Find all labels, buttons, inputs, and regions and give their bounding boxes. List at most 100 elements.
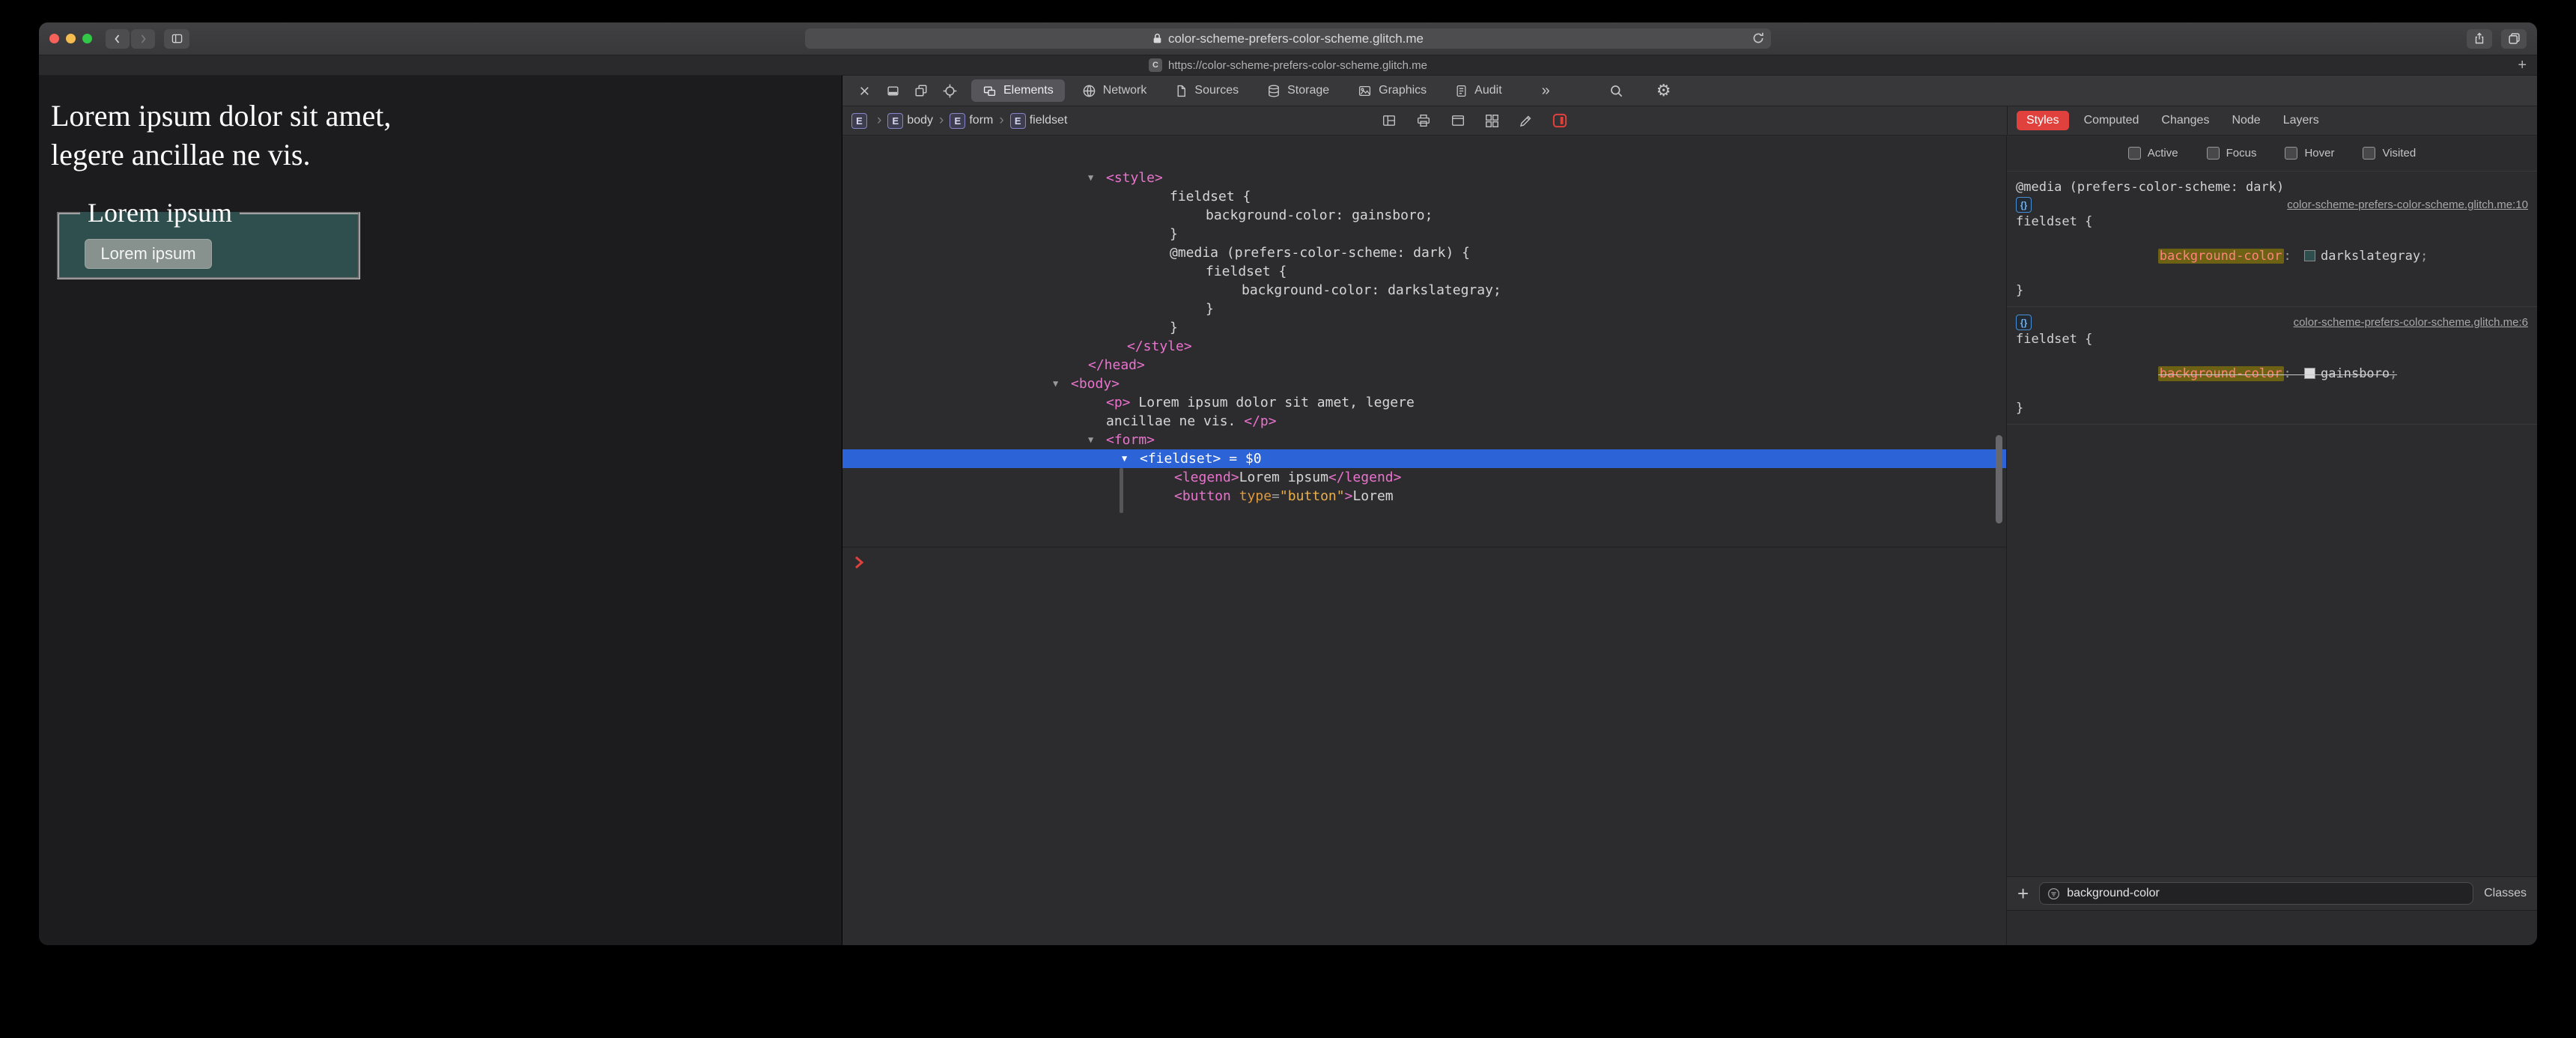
close-button[interactable] <box>49 34 59 43</box>
tab-storage[interactable]: Storage <box>1256 79 1340 102</box>
pseudo-checkbox-active[interactable] <box>2127 147 2141 160</box>
dom-tree-line[interactable]: ▼ <form> <box>842 431 2006 449</box>
breadcrumb-item-body[interactable]: E body <box>887 112 933 129</box>
css-declaration-overridden[interactable]: background-color: gainsboro; <box>2016 348 2528 400</box>
layout-panes-icon[interactable] <box>1382 114 1397 127</box>
frame-icon[interactable] <box>1450 114 1465 127</box>
dom-tree-line[interactable]: ▼ <style> <box>842 169 2006 187</box>
css-declaration[interactable]: background-color: darkslategray; <box>2016 231 2528 282</box>
tab-layers[interactable]: Layers <box>2276 111 2327 130</box>
dom-tree-line[interactable]: fieldset { <box>842 262 2006 281</box>
property-value[interactable]: gainsboro <box>2321 366 2390 381</box>
more-tabs-button[interactable]: » <box>1542 82 1550 100</box>
dom-tree-line[interactable]: <p> Lorem ipsum dolor sit amet, legere <box>842 393 2006 412</box>
breadcrumb-item-form[interactable]: E form <box>950 112 993 129</box>
dom-tree-line[interactable]: ▼ <fieldset> = $0 <box>842 449 2006 468</box>
tab-network[interactable]: Network <box>1071 79 1158 102</box>
address-bar[interactable]: color-scheme-prefers-color-scheme.glitch… <box>805 28 1771 49</box>
tab-computed[interactable]: Computed <box>2077 111 2147 130</box>
dom-tree-line[interactable]: background-color: darkslategray; <box>842 281 2006 300</box>
pseudo-hover[interactable]: Hover <box>2285 147 2334 160</box>
add-rule-button[interactable]: + <box>2017 884 2029 903</box>
dom-tree-line[interactable]: </style> <box>842 337 2006 356</box>
settings-button[interactable]: ⚙ <box>1656 81 1671 100</box>
dom-tree-line[interactable]: } <box>842 318 2006 337</box>
dom-scrollbar-thumb[interactable] <box>1996 435 2002 523</box>
dom-token: <fieldset> <box>1140 451 1221 467</box>
sidebar-icon <box>171 34 182 43</box>
classes-button[interactable]: Classes <box>2484 887 2527 900</box>
quick-console[interactable] <box>842 547 2006 945</box>
dom-tree-line[interactable]: } <box>842 225 2006 243</box>
pseudo-checkbox-visited[interactable] <box>2363 147 2376 160</box>
pseudo-focus[interactable]: Focus <box>2206 147 2256 160</box>
window-controls <box>49 34 92 43</box>
pseudo-checkbox-hover[interactable] <box>2285 147 2298 160</box>
tab-audit[interactable]: Audit <box>1444 79 1513 102</box>
edit-pencil-icon[interactable] <box>1519 114 1533 128</box>
tab-sources[interactable]: Sources <box>1164 79 1250 102</box>
property-value[interactable]: darkslategray <box>2321 249 2420 264</box>
close-inspector-button[interactable] <box>850 79 878 102</box>
detach-window-button[interactable] <box>907 79 935 102</box>
element-badge: E <box>887 112 904 129</box>
disclosure-triangle-icon[interactable]: ▼ <box>1053 374 1058 393</box>
forward-button[interactable] <box>131 28 155 49</box>
pseudo-checkbox-focus[interactable] <box>2206 147 2220 160</box>
page-fieldset-legend: Lorem ipsum <box>88 198 232 228</box>
pseudo-visited[interactable]: Visited <box>2363 147 2416 160</box>
dom-tree-line[interactable]: background-color: gainsboro; <box>842 206 2006 225</box>
property-name[interactable]: background-color <box>2157 249 2284 264</box>
pseudo-active[interactable]: Active <box>2127 147 2178 160</box>
minimize-button[interactable] <box>66 34 76 43</box>
web-page-viewport: Lorem ipsum dolor sit amet, legere ancil… <box>39 76 842 945</box>
dom-token: <style> <box>1106 170 1163 186</box>
issues-warning-icon[interactable] <box>1552 113 1567 128</box>
share-button[interactable] <box>2467 28 2492 49</box>
css-rule-dark: @media (prefers-color-scheme: dark) {} c… <box>2016 180 2528 298</box>
page-fieldset: Lorem ipsum Lorem ipsum <box>57 197 360 279</box>
color-swatch[interactable] <box>2304 368 2316 379</box>
breadcrumb-item-fieldset[interactable]: E fieldset <box>1009 112 1067 129</box>
style-filter-input[interactable]: background-color <box>2039 882 2474 905</box>
tab-label: Network <box>1102 84 1147 97</box>
page-button[interactable]: Lorem ipsum <box>85 239 212 269</box>
print-icon[interactable] <box>1416 114 1431 127</box>
dom-tree-line[interactable]: @media (prefers-color-scheme: dark) { <box>842 243 2006 262</box>
inspect-element-button[interactable] <box>935 79 964 102</box>
tab-node[interactable]: Node <box>2224 111 2267 130</box>
disclosure-triangle-icon[interactable]: ▼ <box>1088 431 1093 449</box>
selector[interactable]: fieldset { <box>2016 213 2528 231</box>
tab-elements[interactable]: Elements <box>971 79 1065 102</box>
grid-overlay-icon[interactable] <box>1485 114 1499 128</box>
dom-tree-line[interactable]: ▼ <body> <box>842 374 2006 393</box>
dom-tree-line[interactable]: fieldset { <box>842 187 2006 206</box>
search-button[interactable] <box>1603 79 1631 102</box>
reload-button[interactable] <box>1752 31 1765 45</box>
show-tabs-button[interactable] <box>2501 28 2527 49</box>
dom-tree-line[interactable]: <legend>Lorem ipsum</legend> <box>842 468 2006 487</box>
tab-changes[interactable]: Changes <box>2154 111 2217 130</box>
dock-bottom-button[interactable] <box>878 79 907 102</box>
dom-tree-line[interactable]: </head> <box>842 356 2006 374</box>
disclosure-triangle-icon[interactable]: ▼ <box>1088 169 1093 187</box>
dom-tree-line[interactable]: } <box>842 300 2006 318</box>
browser-tab[interactable]: C https://color-scheme-prefers-color-sch… <box>1149 58 1427 72</box>
dom-tree-line[interactable]: <button type="button">Lorem <box>842 487 2006 506</box>
fullscreen-button[interactable] <box>82 34 92 43</box>
source-link[interactable]: color-scheme-prefers-color-scheme.glitch… <box>2287 198 2528 211</box>
tab-graphics[interactable]: Graphics <box>1346 79 1438 102</box>
disclosure-triangle-icon[interactable]: ▼ <box>1122 449 1127 468</box>
sidebar-toggle-button[interactable] <box>164 28 189 49</box>
new-tab-button[interactable]: + <box>2518 55 2527 75</box>
property-name[interactable]: background-color <box>2157 366 2284 381</box>
selector[interactable]: fieldset { <box>2016 331 2528 348</box>
chevron-right-icon: › <box>877 112 882 128</box>
source-link[interactable]: color-scheme-prefers-color-scheme.glitch… <box>2294 316 2528 329</box>
dom-tree-line[interactable]: ancillae ne vis. </p> <box>842 412 2006 431</box>
tab-styles[interactable]: Styles <box>2017 111 2069 130</box>
breadcrumb-item-html[interactable]: E <box>851 112 871 129</box>
back-button[interactable] <box>106 28 130 49</box>
color-swatch[interactable] <box>2304 250 2316 261</box>
web-inspector: Elements Network Sources Storage Graphic… <box>842 76 2537 945</box>
